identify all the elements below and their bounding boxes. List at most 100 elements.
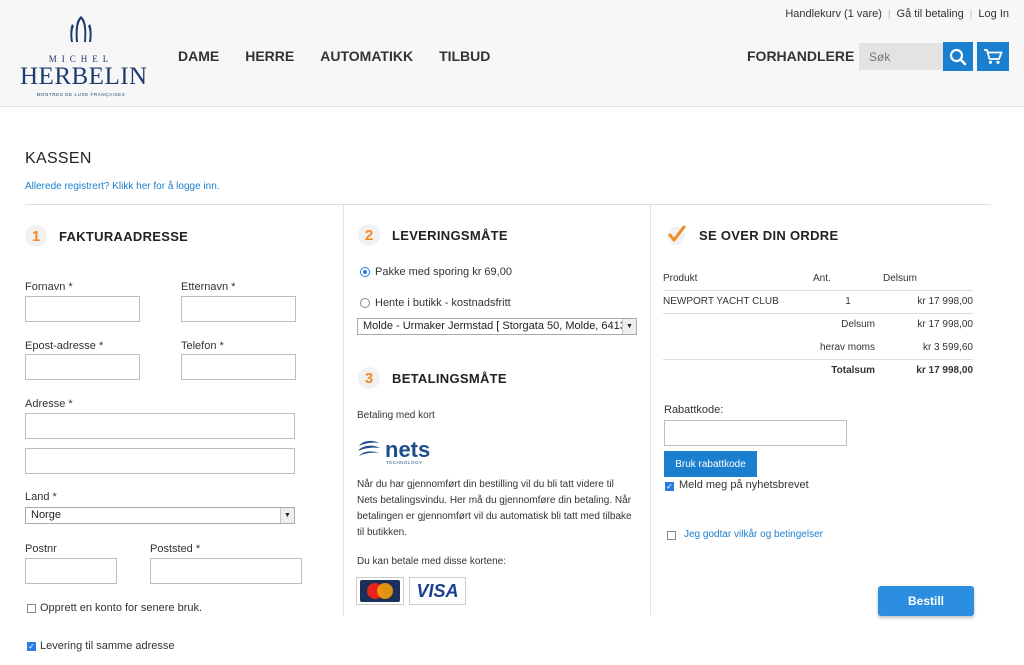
dealers-link[interactable]: FORHANDLERE [747,48,854,64]
payment-heading: 3 BETALINGSMÅTE [358,367,507,389]
apply-coupon-button[interactable]: Bruk rabattkode [664,451,757,477]
product-qty: 1 [813,290,883,314]
store-value: Molde - Urmaker Jermstad [ Storgata 50, … [363,320,633,332]
store-select[interactable]: Molde - Urmaker Jermstad [ Storgata 50, … [357,318,637,335]
checkmark-icon [665,224,687,246]
last-name-label: Etternavn * [181,281,236,293]
visa-logo: VISA [409,577,466,605]
table-row: NEWPORT YACHT CLUB 1 kr 17 998,00 [663,290,973,314]
address-field-1[interactable] [25,413,295,439]
email-label: Epost-adresse * [25,340,104,352]
product-header: Produkt [663,268,813,291]
city-field[interactable] [150,558,302,584]
main-nav: DAME HERRE AUTOMATIKK TILBUD [178,48,516,64]
country-label: Land * [25,491,57,503]
city-label: Poststed * [150,543,201,555]
country-select[interactable]: Norge ▼ [25,507,295,524]
payment-info: Når du har gjennomført din bestilling vi… [357,479,632,538]
country-value: Norge [31,509,61,521]
nets-logo-icon [358,440,380,456]
visa-text: VISA [416,580,459,601]
terms-checkbox[interactable] [667,531,676,540]
cart-icon [984,49,1003,64]
create-account-checkbox[interactable] [27,604,36,613]
tax-value: kr 3 599,60 [922,341,973,353]
shipping-title: LEVERINGSMÅTE [392,227,508,243]
nav-tilbud[interactable]: TILBUD [439,48,490,64]
order-table: Produkt Ant. Delsum NEWPORT YACHT CLUB 1… [663,268,973,382]
payment-method: Betaling med kort [357,410,435,421]
phone-label: Telefon * [181,340,224,352]
cards-label: Du kan betale med disse kortene: [357,556,506,567]
crown-icon [70,16,92,42]
total-value: kr 17 998,00 [883,358,973,382]
address-label: Adresse * [25,398,73,410]
checkout-link[interactable]: Gå til betaling [897,8,964,20]
shipping-option-tracked-radio[interactable] [360,267,370,277]
column-divider [343,205,344,615]
shipping-option-pickup-radio[interactable] [360,298,370,308]
site-header: MICHEL HERBELIN MONTRES DE LUXE FRANÇAIS… [0,0,1024,107]
product-name: NEWPORT YACHT CLUB [663,290,813,314]
billing-heading: 1 FAKTURAADRESSE [25,225,188,247]
chevron-down-icon: ▼ [280,508,294,523]
newsletter-checkbox[interactable]: ✓ [665,482,674,491]
brand-line2: HERBELIN [20,63,148,90]
total-label: Totalsum [663,358,883,382]
login-link-top[interactable]: Log In [978,8,1009,20]
shipping-option-pickup-label: Hente i butikk - kostnadsfritt [375,297,511,309]
newsletter-label: Meld meg på nyhetsbrevet [679,479,809,491]
subtotal-value: kr 17 998,00 [917,319,973,331]
separator: | [969,8,973,20]
top-links: Handlekurv (1 vare) | Gå til betaling | … [785,8,1009,20]
create-account-label: Opprett en konto for senere bruk. [40,602,203,614]
separator: | [887,8,891,20]
cart-button[interactable] [977,42,1009,71]
nets-logo: nets TECHNOLOGY [357,437,431,465]
review-heading: SE OVER DIN ORDRE [665,224,838,246]
nav-herre[interactable]: HERRE [245,48,294,64]
nav-dame[interactable]: DAME [178,48,219,64]
billing-title: FAKTURAADRESSE [59,228,189,244]
table-header-row: Produkt Ant. Delsum [663,268,973,291]
same-address-checkbox[interactable]: ✓ [27,642,36,651]
brand-tagline: MONTRES DE LUXE FRANÇAISES [36,92,126,97]
tax-row: herav moms kr 3 599,60 [663,336,973,359]
login-prompt-link[interactable]: Allerede registrert? Klikk her for å log… [25,181,220,192]
payment-title: BETALINGSMÅTE [392,370,507,386]
step-number: 2 [358,224,380,246]
page-title: KASSEN [25,150,92,167]
brand-logo[interactable]: MICHEL HERBELIN MONTRES DE LUXE FRANÇAIS… [20,14,148,97]
step-number: 3 [358,367,380,389]
column-divider [650,205,651,615]
same-address-label: Levering til samme adresse [40,640,175,652]
last-name-field[interactable] [181,296,296,322]
address-field-2[interactable] [25,448,295,474]
total-row: Totalsum kr 17 998,00 [663,358,973,382]
cart-link[interactable]: Handlekurv (1 vare) [785,8,882,20]
first-name-field[interactable] [25,296,140,322]
step-number: 1 [25,225,47,247]
divider [25,204,991,205]
search-input[interactable] [859,43,944,70]
coupon-label: Rabattkode: [664,404,724,416]
terms-link[interactable]: Jeg godtar vilkår og betingelser [684,529,823,540]
product-price: kr 17 998,00 [883,290,973,314]
search-icon [949,48,967,65]
email-field[interactable] [25,354,140,380]
nav-automatikk[interactable]: AUTOMATIKK [320,48,413,64]
mastercard-logo [356,577,404,605]
phone-field[interactable] [181,354,296,380]
nets-name: nets [385,437,431,462]
qty-header: Ant. [813,268,883,291]
zip-field[interactable] [25,558,117,584]
place-order-button[interactable]: Bestill [878,586,974,616]
shipping-option-tracked-label: Pakke med sporing kr 69,00 [375,266,512,278]
subtotal-label: Delsum [841,319,875,331]
nets-sub: TECHNOLOGY [386,460,423,465]
tax-label: herav moms [819,341,875,353]
search-button[interactable] [943,42,973,71]
review-title: SE OVER DIN ORDRE [699,227,839,243]
subtotal-row: Delsum kr 17 998,00 [663,313,973,336]
coupon-field[interactable] [664,420,847,446]
